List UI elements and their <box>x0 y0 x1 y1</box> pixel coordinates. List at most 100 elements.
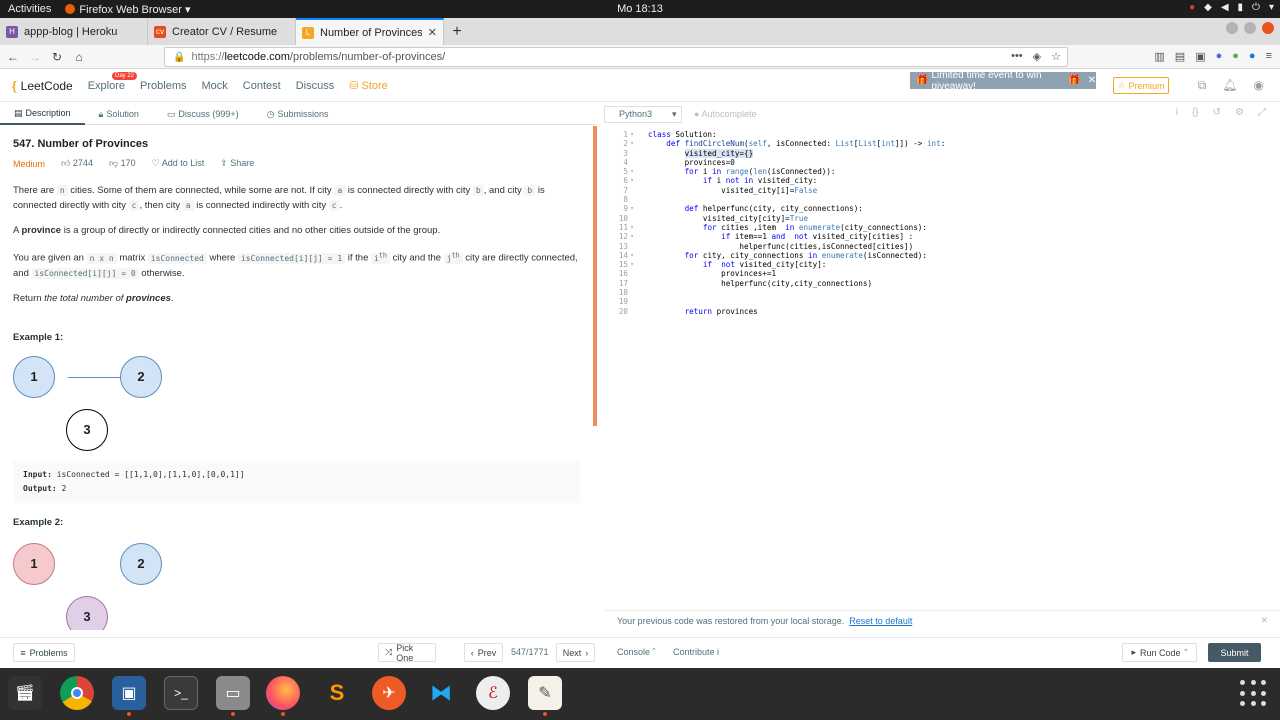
code-line[interactable]: 5 ▾ for i in range(len(isConnected)): <box>604 167 1280 176</box>
show-applications-icon[interactable] <box>1240 680 1268 708</box>
pick-one-button[interactable]: ⤨ Pick One <box>378 643 436 663</box>
nav-explore[interactable]: Explore Day 22 <box>88 71 138 92</box>
new-tab-button[interactable]: + <box>444 18 470 45</box>
run-code-button[interactable]: ▸ Run Code ˆ <box>1122 643 1197 662</box>
tab-solution[interactable]: 🔒︎ Solution <box>85 103 153 125</box>
back-button[interactable]: ← <box>4 48 22 66</box>
reload-button[interactable]: ↻ <box>48 48 66 66</box>
minimize-button[interactable] <box>1226 22 1238 34</box>
problems-button[interactable]: ≡ Problems <box>13 643 75 662</box>
dislike-button[interactable]: 👎︎ 170 <box>109 158 136 169</box>
code-line[interactable]: 19 <box>604 297 1280 306</box>
library-icon[interactable]: ▥ <box>1154 50 1164 63</box>
fold-toggle-icon[interactable]: ▾ <box>628 251 636 260</box>
settings-icon[interactable]: ⚙ <box>1235 107 1244 118</box>
code-editor[interactable]: 1 ▾ class Solution: 2 ▾ def findCircleNum(se… <box>604 130 1280 600</box>
submit-button[interactable]: Submit <box>1208 643 1261 662</box>
reset-to-default-link[interactable]: Reset to default <box>849 616 912 626</box>
editor-icon[interactable]: ℰ <box>476 676 510 710</box>
code-line[interactable]: 9 ▾ def helperfunc(city, city_connections… <box>604 204 1280 213</box>
add-to-list-button[interactable]: ♡ Add to List <box>152 158 205 169</box>
reader-icon[interactable]: ▣ <box>1195 50 1205 63</box>
next-button[interactable]: Next › <box>556 643 595 662</box>
gedit-icon[interactable]: ✎ <box>528 676 562 716</box>
close-icon[interactable]: ✕ <box>1088 75 1096 86</box>
premium-button[interactable]: ☆ Premium <box>1113 77 1169 94</box>
reset-icon[interactable]: ↺ <box>1213 107 1221 118</box>
close-window-button[interactable] <box>1262 22 1274 34</box>
pocket-icon[interactable]: ◈ <box>1033 50 1041 63</box>
notification-bell-icon[interactable]: 🔔︎ <box>1222 78 1237 93</box>
system-tray[interactable]: ● ◆ ◀ ▮ ⏻ ▾ <box>1189 2 1274 13</box>
code-line[interactable]: 6 ▾ if i not in visited_city: <box>604 176 1280 185</box>
console-toggle[interactable]: Console ˆ <box>617 647 656 657</box>
fold-toggle-icon[interactable]: ▾ <box>628 223 636 232</box>
extension-icon[interactable]: ● <box>1232 50 1239 63</box>
maximize-button[interactable] <box>1244 22 1256 34</box>
page-actions-icon[interactable]: ••• <box>1011 50 1023 63</box>
code-line[interactable]: 16 provinces+=1 <box>604 269 1280 278</box>
avatar-icon[interactable]: ◉ <box>1254 78 1264 93</box>
sublime-icon[interactable]: S <box>320 676 354 710</box>
fold-toggle-icon[interactable]: ▾ <box>628 260 636 269</box>
tab-description[interactable]: ▤ Description <box>0 103 85 125</box>
code-line[interactable]: 20 return provinces <box>604 307 1280 316</box>
menu-icon[interactable]: ≡ <box>1266 50 1272 63</box>
vscode-icon[interactable]: ⧓ <box>424 676 458 710</box>
code-line[interactable]: 13 helperfunc(cities,isConnected[cities]… <box>604 242 1280 251</box>
tab-submissions[interactable]: ◷ Submissions <box>253 103 343 125</box>
promo-banner[interactable]: 🎁 Limited time event to win giveaway! 🎁 … <box>910 70 1096 92</box>
nav-contest[interactable]: Contest <box>243 80 281 92</box>
pane-splitter[interactable] <box>593 126 597 426</box>
virtualbox-icon[interactable]: ▣ <box>112 676 146 716</box>
code-line[interactable]: 8 <box>604 195 1280 204</box>
fold-toggle-icon[interactable]: ▾ <box>628 204 636 213</box>
code-line[interactable]: 3 visited_city={} <box>604 148 1280 158</box>
browser-tab-heroku[interactable]: H appp-blog | Heroku <box>0 18 148 45</box>
leetcode-logo[interactable]: { LeetCode <box>12 79 73 93</box>
url-bar[interactable]: 🔒 https://leetcode.com/problems/number-o… <box>164 47 1068 67</box>
code-line[interactable]: 10 visited_city[city]=True <box>604 214 1280 223</box>
fullscreen-icon[interactable]: ⤢ <box>1258 107 1266 118</box>
app-menu[interactable]: Firefox Web Browser ▾ <box>59 3 196 16</box>
code-line[interactable]: 14 ▾ for city, city_connections in enumer… <box>604 251 1280 260</box>
tab-discuss[interactable]: ▭ Discuss (999+) <box>153 103 253 125</box>
prev-button[interactable]: ‹ Prev <box>464 643 503 662</box>
code-line[interactable]: 4 provinces=0 <box>604 158 1280 167</box>
forward-button[interactable]: → <box>26 48 44 66</box>
code-line[interactable]: 11 ▾ for cities ,item in enumerate(city_c… <box>604 223 1280 232</box>
braces-icon[interactable]: {} <box>1192 107 1199 118</box>
code-line[interactable]: 18 <box>604 288 1280 297</box>
account-icon[interactable]: ● <box>1249 50 1256 63</box>
extension-icon[interactable]: ● <box>1216 50 1223 63</box>
chrome-icon[interactable] <box>60 676 94 710</box>
postman-icon[interactable]: ✈ <box>372 676 406 710</box>
fold-toggle-icon[interactable]: ▾ <box>628 139 636 148</box>
code-line[interactable]: 2 ▾ def findCircleNum(self, isConnected: … <box>604 139 1280 148</box>
activities-button[interactable]: Activities <box>0 3 59 15</box>
code-line[interactable]: 7 visited_city[i]=False <box>604 186 1280 195</box>
files-icon[interactable]: ▭ <box>216 676 250 716</box>
code-line[interactable]: 17 helperfunc(city,city_connections) <box>604 279 1280 288</box>
nav-mock[interactable]: Mock <box>201 80 227 92</box>
bookmark-star-icon[interactable]: ☆ <box>1051 50 1061 63</box>
contribute-link[interactable]: Contribute i <box>673 647 719 657</box>
playground-icon[interactable]: ⧉ <box>1198 78 1207 93</box>
close-tab-icon[interactable]: ✕ <box>428 26 437 39</box>
browser-tab-cv[interactable]: cv Creator CV / Resume <box>148 18 296 45</box>
clapper-icon[interactable]: 🎬︎ <box>8 676 42 710</box>
language-select[interactable]: Python3 ▾ <box>604 105 682 123</box>
nav-store[interactable]: ⛁ Store <box>349 79 388 92</box>
info-icon[interactable]: i <box>1176 107 1178 118</box>
terminal-icon[interactable]: >_ <box>164 676 198 710</box>
fold-toggle-icon[interactable]: ▾ <box>628 130 636 139</box>
nav-problems[interactable]: Problems <box>140 80 186 92</box>
autocomplete-toggle[interactable]: ● Autocomplete <box>694 109 757 119</box>
sidebar-icon[interactable]: ▤ <box>1175 50 1185 63</box>
nav-discuss[interactable]: Discuss <box>296 80 335 92</box>
like-button[interactable]: 👍︎ 2744 <box>61 158 93 169</box>
fold-toggle-icon[interactable]: ▾ <box>628 167 636 176</box>
firefox-icon[interactable] <box>266 676 300 716</box>
code-line[interactable]: 15 ▾ if not visited_city[city]: <box>604 260 1280 269</box>
share-button[interactable]: ⇪ Share <box>220 158 254 169</box>
